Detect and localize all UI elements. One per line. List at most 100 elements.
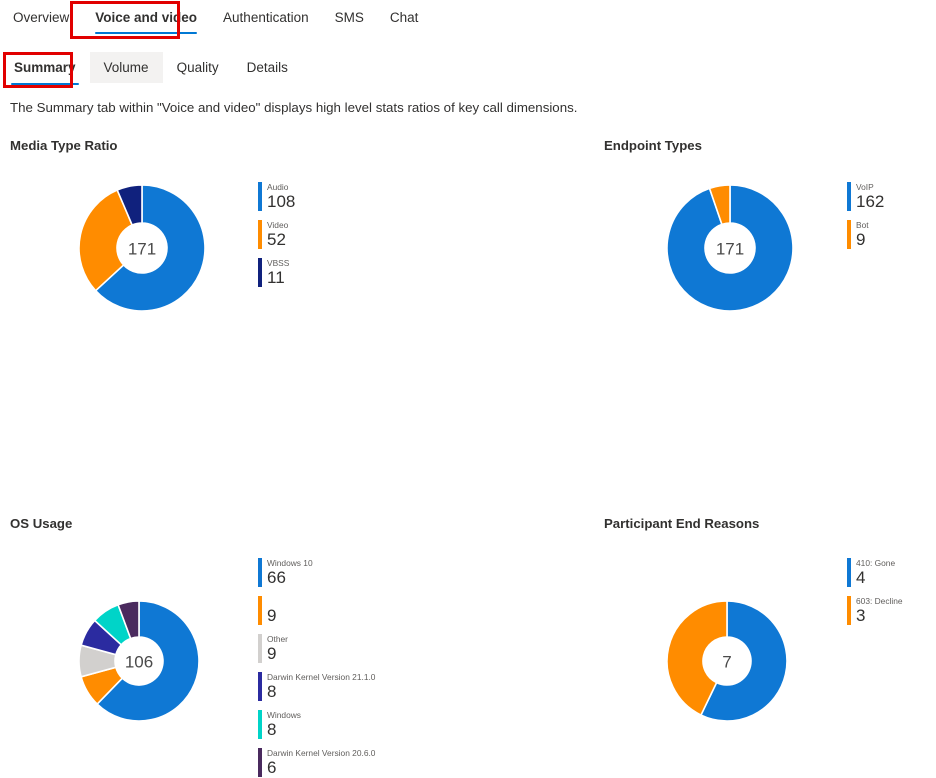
page-description: The Summary tab within "Voice and video"… — [10, 100, 578, 115]
legend-color-swatch-icon — [258, 220, 262, 249]
primary-tab-overview[interactable]: Overview — [0, 0, 82, 26]
legend-color-swatch-icon — [258, 634, 262, 663]
primary-tab-authentication[interactable]: Authentication — [210, 0, 322, 26]
donut-chart-media-type-ratio[interactable]: 171 — [78, 184, 206, 312]
legend-color-swatch-icon — [847, 558, 851, 587]
legend-text: VoIP 162 — [856, 182, 884, 211]
chart-legend-media-type-ratio: Audio 108 Video 52 VBSS 11 — [258, 182, 295, 296]
chart-panel-os-usage: OS Usage 106 Windows 10 66 9 Other 9 Darwin Ker… — [10, 516, 375, 777]
legend-label: Other — [267, 634, 288, 644]
legend-item[interactable]: Audio 108 — [258, 182, 295, 211]
donut-center-total: 171 — [716, 240, 744, 259]
primary-tab-bar: Overview Voice and video Authentication SMS… — [0, 0, 431, 40]
primary-tab-sms[interactable]: SMS — [322, 0, 377, 26]
legend-value: 6 — [267, 758, 277, 777]
donut-center-total: 106 — [125, 653, 153, 672]
legend-value: 8 — [267, 682, 277, 701]
legend-color-swatch-icon — [847, 596, 851, 625]
legend-value: 66 — [267, 568, 286, 587]
legend-color-swatch-icon — [258, 596, 262, 625]
legend-label: VBSS — [267, 258, 290, 268]
legend-item[interactable]: Windows 10 66 — [258, 558, 375, 587]
legend-value: 11 — [267, 268, 285, 287]
chart-title-endpoint-types: Endpoint Types — [604, 138, 702, 153]
chart-title-media-type-ratio: Media Type Ratio — [10, 138, 118, 153]
legend-label: Audio — [267, 182, 289, 192]
donut-chart-endpoint-types[interactable]: 171 — [666, 184, 794, 312]
legend-value: 9 — [267, 606, 277, 625]
legend-item[interactable]: Video 52 — [258, 220, 295, 249]
primary-tab-label: Voice and video — [95, 10, 198, 25]
chart-title-participant-end-reasons: Participant End Reasons — [604, 516, 760, 531]
primary-tab-label: Chat — [389, 10, 419, 25]
legend-text: 603: Decline 3 — [856, 596, 903, 625]
legend-item[interactable]: 410: Gone 4 — [847, 558, 903, 587]
secondary-tab-active-underline — [11, 82, 79, 85]
legend-value: 8 — [267, 720, 277, 739]
legend-color-swatch-icon — [258, 558, 262, 587]
legend-label: Darwin Kernel Version 21.1.0 — [267, 672, 376, 682]
legend-item[interactable]: Other 9 — [258, 634, 375, 663]
legend-color-swatch-icon — [258, 258, 262, 287]
chart-panel-media-type-ratio: Media Type Ratio 171 Audio 108 Video 52 VBSS 11 — [10, 138, 295, 312]
primary-tab-label: SMS — [334, 10, 364, 25]
donut-chart-participant-end-reasons[interactable]: 7 — [666, 600, 788, 722]
legend-item[interactable]: VBSS 11 — [258, 258, 295, 287]
primary-tab-label: Overview — [13, 10, 70, 25]
chart-legend-participant-end-reasons: 410: Gone 4 603: Decline 3 — [847, 558, 903, 634]
secondary-tab-quality[interactable]: Quality — [163, 52, 233, 83]
legend-label: Windows 10 — [267, 558, 313, 568]
primary-tab-label: Authentication — [223, 10, 309, 25]
legend-item[interactable]: Darwin Kernel Version 21.1.0 8 — [258, 672, 375, 701]
legend-item[interactable]: 603: Decline 3 — [847, 596, 903, 625]
primary-tab-active-underline — [95, 31, 198, 34]
legend-text: 9 — [267, 596, 276, 625]
legend-value: 108 — [267, 192, 296, 211]
secondary-tab-label: Volume — [103, 60, 149, 75]
legend-label: Bot — [856, 220, 869, 230]
legend-color-swatch-icon — [258, 748, 262, 777]
legend-value: 52 — [267, 230, 286, 249]
chart-panel-endpoint-types: Endpoint Types 171 VoIP 162 Bot 9 — [604, 138, 884, 312]
legend-label: 410: Gone — [856, 558, 896, 568]
chart-legend-endpoint-types: VoIP 162 Bot 9 — [847, 182, 884, 258]
legend-value: 4 — [856, 568, 866, 587]
legend-label: 603: Decline — [856, 596, 903, 606]
legend-text: Other 9 — [267, 634, 288, 663]
chart-legend-os-usage: Windows 10 66 9 Other 9 Darwin Kernel Version… — [258, 558, 375, 778]
legend-item[interactable]: 9 — [258, 596, 375, 625]
donut-chart-os-usage[interactable]: 106 — [78, 600, 200, 722]
secondary-tab-details[interactable]: Details — [233, 52, 302, 83]
legend-text: Darwin Kernel Version 21.1.0 8 — [267, 672, 375, 701]
legend-value: 9 — [856, 230, 866, 249]
chart-title-os-usage: OS Usage — [10, 516, 73, 531]
secondary-tab-label: Summary — [14, 60, 76, 75]
secondary-tab-summary[interactable]: Summary — [0, 52, 90, 85]
legend-value: 162 — [856, 192, 885, 211]
legend-text: Windows 10 66 — [267, 558, 313, 587]
legend-label: Darwin Kernel Version 20.6.0 — [267, 748, 376, 758]
legend-value: 9 — [267, 644, 277, 663]
legend-text: Windows 8 — [267, 710, 301, 739]
legend-label: Video — [267, 220, 289, 230]
legend-item[interactable]: Bot 9 — [847, 220, 884, 249]
legend-color-swatch-icon — [258, 710, 262, 739]
voice-and-video-summary-page: Overview Voice and video Authentication SMS… — [0, 0, 936, 778]
legend-label — [267, 596, 276, 606]
secondary-tab-bar: Summary Volume Quality Details — [0, 52, 302, 86]
legend-item[interactable]: Darwin Kernel Version 20.6.0 6 — [258, 748, 375, 777]
secondary-tab-label: Quality — [176, 60, 219, 75]
secondary-tab-label: Details — [246, 60, 288, 75]
primary-tab-chat[interactable]: Chat — [377, 0, 432, 26]
legend-item[interactable]: VoIP 162 — [847, 182, 884, 211]
legend-text: Audio 108 — [267, 182, 295, 211]
donut-center-total: 171 — [128, 240, 156, 259]
legend-text: Darwin Kernel Version 20.6.0 6 — [267, 748, 375, 777]
legend-label: Windows — [267, 710, 301, 720]
primary-tab-voice-and-video[interactable]: Voice and video — [82, 0, 210, 34]
legend-text: VBSS 11 — [267, 258, 289, 287]
legend-item[interactable]: Windows 8 — [258, 710, 375, 739]
secondary-tab-volume[interactable]: Volume — [89, 52, 163, 83]
legend-value: 3 — [856, 606, 866, 625]
legend-text: Bot 9 — [856, 220, 869, 249]
